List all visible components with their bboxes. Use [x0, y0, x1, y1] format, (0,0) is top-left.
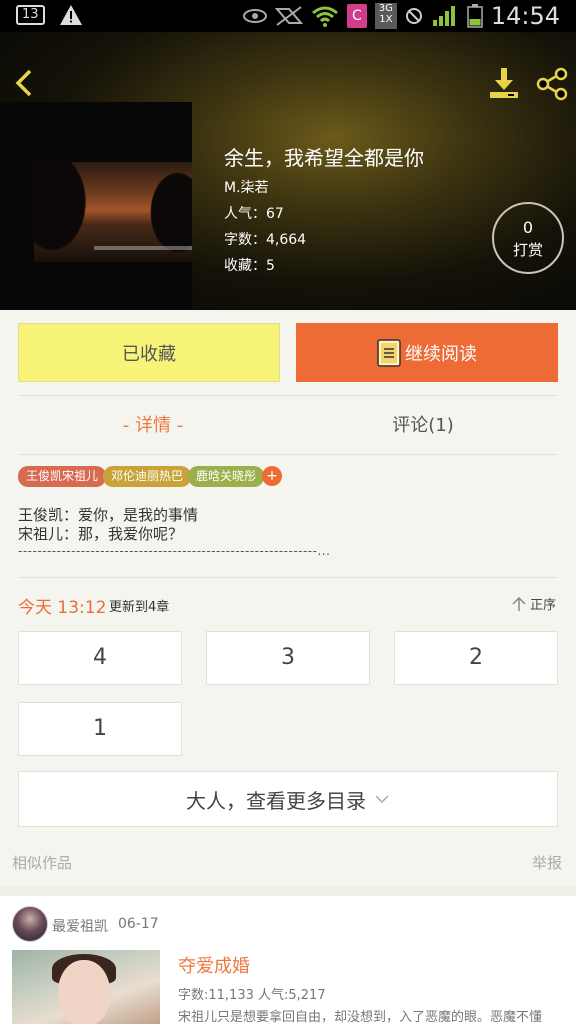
update-time: 今天 13:12 — [18, 598, 107, 618]
favorited-label: 已收藏 — [122, 343, 176, 365]
book-title: 余生，我希望全都是你 — [224, 146, 424, 170]
book-cover — [0, 102, 192, 310]
status-time: 14:54 — [490, 2, 560, 30]
sort-label: 正序 — [530, 598, 557, 613]
divider — [18, 395, 558, 396]
card-username[interactable]: 最爱祖凯 — [52, 916, 108, 936]
notification-count-badge: 13 — [16, 5, 45, 25]
word-count-stat: 字数：4,664 — [224, 232, 307, 248]
no-signal-icon — [405, 8, 422, 24]
chapter-button[interactable]: 3 — [206, 631, 370, 685]
book-header: 余生，我希望全都是你 M.柒若 人气：67 字数：4,664 收藏：5 0 打赏 — [0, 32, 576, 310]
book-icon — [377, 338, 401, 367]
tip-count: 0 — [522, 218, 534, 237]
avatar[interactable] — [12, 906, 48, 942]
network-type-top: 3G — [378, 3, 393, 14]
chevron-left-icon — [15, 69, 32, 97]
chevron-down-icon — [375, 795, 389, 804]
update-text: 更新到4章 — [109, 600, 170, 615]
warning-icon — [59, 5, 82, 25]
more-catalog-label: 大人，查看更多目录 — [186, 788, 366, 813]
divider — [18, 454, 558, 455]
favorites-stat: 收藏：5 — [224, 258, 275, 274]
favorited-button[interactable]: 已收藏 — [18, 323, 280, 382]
popularity-stat: 人气：67 — [224, 206, 284, 222]
tip-label: 打赏 — [512, 241, 543, 259]
tip-button[interactable]: 0 打赏 — [492, 202, 564, 274]
similar-works-label: 相似作品 — [12, 854, 73, 872]
chapter-button[interactable]: 4 — [18, 631, 182, 685]
carrier-c-icon: C — [346, 4, 367, 28]
battery-icon — [467, 4, 483, 28]
add-tag-button[interactable]: + — [262, 466, 282, 486]
signal-icon — [432, 6, 455, 26]
continue-reading-button[interactable]: 继续阅读 — [296, 323, 558, 382]
card-cover-image[interactable] — [12, 950, 160, 1024]
network-type-bottom: 1X — [379, 14, 393, 25]
chapter-button[interactable]: 2 — [394, 631, 558, 685]
tab-comments[interactable]: 评论(1) — [288, 410, 558, 442]
share-icon — [536, 67, 568, 101]
card-stats: 字数:11,133 人气:5,217 — [178, 988, 326, 1003]
divider — [18, 577, 558, 578]
sort-button[interactable]: 正序 — [512, 594, 556, 613]
book-intro: 王俊凯：爱你，是我的事情 宋祖儿：那，我爱你呢？ — [18, 506, 198, 544]
card-date: 06-17 — [118, 916, 159, 932]
tag-item[interactable]: 邓伦迪丽热巴 — [103, 466, 192, 487]
tag-item[interactable]: 王俊凯宋祖儿 — [18, 466, 107, 487]
intro-line: 王俊凯：爱你，是我的事情 — [18, 506, 199, 524]
chapter-button[interactable]: 1 — [18, 702, 182, 756]
cover-image — [34, 162, 192, 262]
arrow-up-icon — [512, 596, 526, 611]
report-button[interactable]: 举报 — [532, 852, 562, 873]
similar-work-card[interactable]: 最爱祖凯 06-17 夺爱成婚 字数:11,133 人气:5,217 宋祖儿只是… — [0, 886, 576, 1024]
share-button[interactable] — [534, 66, 570, 102]
status-bar: 13 C 3G 1X 14:54 — [0, 0, 576, 32]
wifi-icon — [311, 6, 338, 27]
eye-icon — [242, 9, 267, 23]
book-author[interactable]: M.柒若 — [224, 177, 269, 197]
download-icon — [490, 68, 518, 98]
card-title[interactable]: 夺爱成婚 — [178, 952, 250, 978]
back-button[interactable] — [10, 66, 40, 100]
tab-detail[interactable]: - 详情 - — [18, 410, 288, 442]
nfc-icon — [274, 6, 303, 26]
network-type-badge: 3G 1X — [374, 3, 397, 29]
intro-separator[interactable]: ----------------------------------------… — [18, 544, 458, 558]
tag-item[interactable]: 鹿晗关晓彤 — [188, 466, 265, 487]
more-catalog-button[interactable]: 大人，查看更多目录 — [18, 771, 558, 827]
intro-line: 宋祖儿：那，我爱你呢？ — [18, 525, 184, 543]
download-button[interactable] — [486, 66, 522, 102]
card-description: 宋祖儿只是想要拿回自由，却没想到，入了恶魔的眼。恶魔不懂 — [178, 1010, 543, 1024]
continue-reading-label: 继续阅读 — [405, 343, 477, 365]
